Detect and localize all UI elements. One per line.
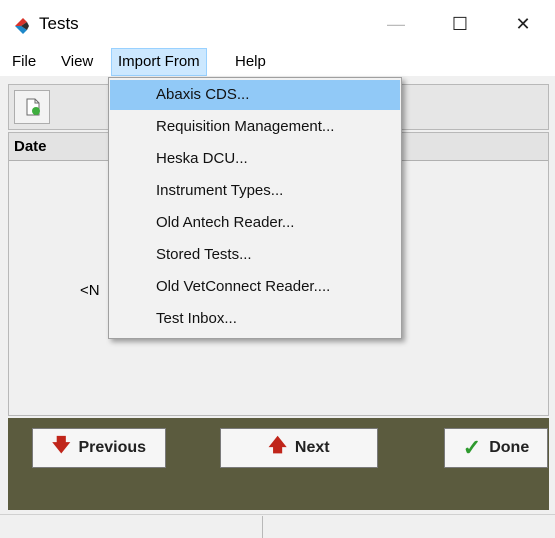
menu-file[interactable]: File bbox=[6, 48, 42, 76]
menu-item-abaxis-cds[interactable]: Abaxis CDS... bbox=[110, 80, 400, 110]
menu-item-stored-tests[interactable]: Stored Tests... bbox=[110, 240, 400, 270]
minimize-icon: — bbox=[387, 13, 405, 34]
empty-grid-text: <N bbox=[80, 282, 100, 299]
menu-item-heska-dcu[interactable]: Heska DCU... bbox=[110, 144, 400, 174]
app-logo-icon bbox=[15, 18, 29, 34]
menu-view[interactable]: View bbox=[55, 48, 99, 76]
arrow-down-icon: 🡇 bbox=[51, 435, 71, 455]
maximize-button[interactable]: ☐ bbox=[428, 0, 492, 48]
checkmark-icon: ✓ bbox=[462, 435, 482, 460]
arrow-up-icon: 🡅 bbox=[268, 435, 287, 455]
menu-item-old-vetconnect-reader[interactable]: Old VetConnect Reader.... bbox=[110, 272, 400, 302]
menu-item-requisition-management[interactable]: Requisition Management... bbox=[110, 112, 400, 142]
done-button[interactable]: ✓ Done bbox=[444, 428, 548, 468]
menu-item-instrument-types[interactable]: Instrument Types... bbox=[110, 176, 400, 206]
close-icon: ✕ bbox=[515, 13, 531, 34]
toolbar-new-button[interactable] bbox=[14, 90, 50, 124]
maximize-icon: ☐ bbox=[451, 13, 469, 34]
next-label: Next bbox=[294, 439, 330, 456]
menu-item-old-antech-reader[interactable]: Old Antech Reader... bbox=[110, 208, 400, 238]
window-title: Tests bbox=[39, 14, 79, 33]
status-bar bbox=[0, 514, 555, 538]
menu-item-test-inbox[interactable]: Test Inbox... bbox=[110, 304, 400, 334]
minimize-button[interactable]: — bbox=[364, 0, 428, 48]
close-button[interactable]: ✕ bbox=[491, 0, 555, 48]
next-button[interactable]: 🡅 Next bbox=[220, 428, 378, 468]
column-header-date[interactable]: Date bbox=[14, 138, 47, 155]
menu-help[interactable]: Help bbox=[229, 48, 272, 76]
done-label: Done bbox=[489, 439, 530, 456]
previous-button[interactable]: 🡇 Previous bbox=[32, 428, 166, 468]
status-divider bbox=[262, 516, 263, 538]
menu-import-from[interactable]: Import From bbox=[111, 48, 207, 76]
document-icon bbox=[26, 98, 40, 116]
previous-label: Previous bbox=[78, 439, 147, 456]
